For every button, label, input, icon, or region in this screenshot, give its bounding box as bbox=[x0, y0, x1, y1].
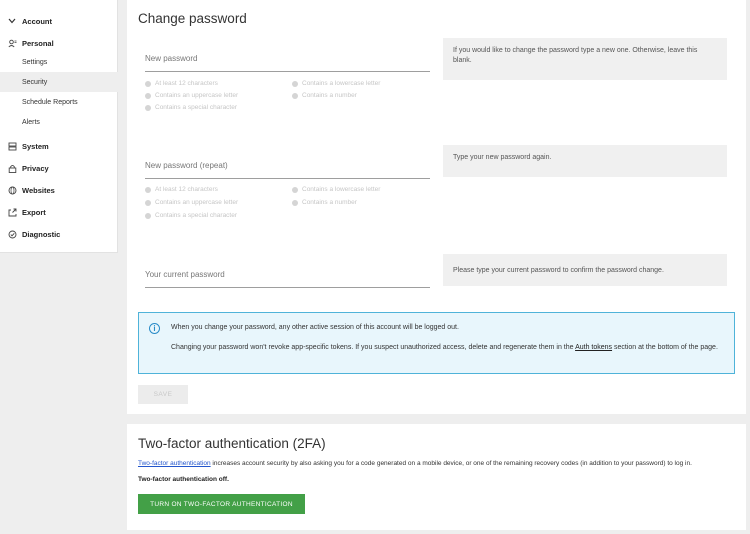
password-change-notice: i When you change your password, any oth… bbox=[138, 312, 735, 374]
sidebar-item-export[interactable]: Export bbox=[6, 206, 46, 218]
requirement-item: Contains a special character bbox=[145, 104, 237, 111]
sidebar-item-label: Settings bbox=[22, 58, 48, 66]
sidebar-account-label: Account bbox=[22, 16, 52, 26]
new-password-underline bbox=[145, 71, 430, 72]
requirement-item: At least 12 characters bbox=[145, 186, 218, 193]
requirement-item: Contains a number bbox=[292, 92, 357, 99]
requirement-item: Contains a lowercase letter bbox=[292, 80, 380, 87]
notice-text: section at the bottom of the page. bbox=[612, 344, 718, 351]
twofa-title: Two-factor authentication (2FA) bbox=[138, 436, 326, 451]
sidebar-item-schedule-reports[interactable]: Schedule Reports bbox=[0, 92, 118, 112]
sidebar-item-label: Diagnostic bbox=[22, 229, 61, 239]
twofa-status: Two-factor authentication off. bbox=[138, 476, 229, 483]
sidebar-item-label: Export bbox=[22, 207, 46, 217]
sidebar-item-system[interactable]: System bbox=[6, 140, 49, 152]
repeat-password-help: Type your new password again. bbox=[443, 145, 727, 177]
diagnostic-icon bbox=[6, 230, 18, 239]
sidebar-item-label: Security bbox=[22, 78, 48, 86]
requirement-item: Contains an uppercase letter bbox=[145, 199, 238, 206]
twofa-description: Two-factor authentication increases acco… bbox=[138, 460, 692, 467]
sidebar-item-label: Alerts bbox=[22, 118, 40, 126]
requirement-item: Contains an uppercase letter bbox=[145, 92, 238, 99]
repeat-password-underline bbox=[145, 178, 430, 179]
twofa-link[interactable]: Two-factor authentication bbox=[138, 460, 211, 467]
notice-text: Changing your password won't revoke app-… bbox=[171, 344, 576, 351]
globe-icon bbox=[6, 186, 18, 195]
sidebar-account-toggle[interactable]: Account bbox=[6, 15, 52, 27]
sidebar-item-alerts[interactable]: Alerts bbox=[0, 112, 118, 132]
repeat-password-input[interactable]: New password (repeat) bbox=[145, 161, 228, 170]
current-password-help: Please type your current password to con… bbox=[443, 254, 727, 286]
requirement-item: Contains a lowercase letter bbox=[292, 186, 380, 193]
export-icon bbox=[6, 208, 18, 217]
sidebar-item-security[interactable]: Security bbox=[0, 72, 118, 92]
current-password-input[interactable]: Your current password bbox=[145, 270, 225, 279]
twofa-description-text: increases account security by also askin… bbox=[210, 460, 692, 467]
sidebar-item-label: Schedule Reports bbox=[22, 98, 78, 106]
save-button[interactable]: SAVE bbox=[138, 385, 188, 404]
sidebar-item-label: Websites bbox=[22, 185, 55, 195]
sidebar-item-label: Privacy bbox=[22, 163, 49, 173]
sidebar-item-privacy[interactable]: Privacy bbox=[6, 162, 49, 174]
notice-line-1: When you change your password, any other… bbox=[171, 324, 459, 331]
current-password-underline bbox=[145, 287, 430, 288]
notice-line-2: Changing your password won't revoke app-… bbox=[171, 343, 726, 353]
sidebar-item-websites[interactable]: Websites bbox=[6, 184, 55, 196]
sidebar: Account Personal Settings Security Sched… bbox=[0, 0, 118, 253]
server-icon bbox=[6, 142, 18, 151]
turn-on-2fa-button[interactable]: TURN ON TWO-FACTOR AUTHENTICATION bbox=[138, 494, 305, 514]
auth-tokens-link[interactable]: Auth tokens bbox=[575, 344, 612, 351]
requirement-item: Contains a special character bbox=[145, 212, 237, 219]
change-password-title: Change password bbox=[138, 11, 247, 26]
lock-icon bbox=[6, 164, 18, 173]
info-icon: i bbox=[149, 323, 160, 334]
sidebar-item-diagnostic[interactable]: Diagnostic bbox=[6, 228, 60, 240]
requirement-item: Contains a number bbox=[292, 199, 357, 206]
chevron-down-icon bbox=[6, 18, 18, 24]
sidebar-item-label: System bbox=[22, 141, 49, 151]
user-icon bbox=[6, 39, 18, 48]
new-password-help: If you would like to change the password… bbox=[443, 38, 727, 80]
new-password-input[interactable]: New password bbox=[145, 54, 197, 63]
sidebar-item-settings[interactable]: Settings bbox=[0, 52, 118, 72]
requirement-item: At least 12 characters bbox=[145, 80, 218, 87]
sidebar-item-personal[interactable]: Personal bbox=[6, 37, 54, 49]
sidebar-item-label: Personal bbox=[22, 38, 54, 48]
